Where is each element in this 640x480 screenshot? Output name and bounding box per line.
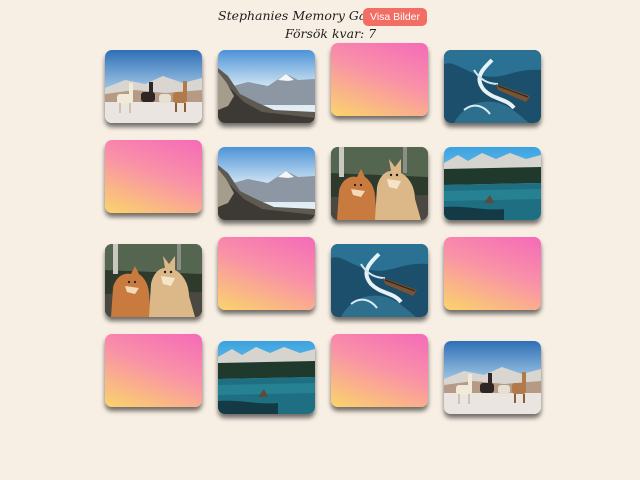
memory-card-back[interactable] <box>331 334 428 407</box>
card-grid <box>0 0 640 480</box>
memory-card-back[interactable] <box>444 237 541 310</box>
memory-card-ocean[interactable] <box>444 50 541 123</box>
llamas-image <box>444 341 541 414</box>
memory-card-llamas[interactable] <box>444 341 541 414</box>
lake-image <box>444 147 541 220</box>
mountain-image <box>218 147 315 220</box>
ocean-image <box>444 50 541 123</box>
memory-card-back[interactable] <box>105 334 202 407</box>
memory-card-back[interactable] <box>331 43 428 116</box>
memory-card-back[interactable] <box>105 140 202 213</box>
wolves-image <box>105 244 202 317</box>
memory-card-ocean[interactable] <box>331 244 428 317</box>
memory-card-wolves[interactable] <box>331 147 428 220</box>
llamas-image <box>105 50 202 123</box>
memory-card-llamas[interactable] <box>105 50 202 123</box>
memory-card-mountain[interactable] <box>218 147 315 220</box>
memory-card-back[interactable] <box>218 237 315 310</box>
memory-card-lake[interactable] <box>218 341 315 414</box>
memory-card-wolves[interactable] <box>105 244 202 317</box>
memory-card-mountain[interactable] <box>218 50 315 123</box>
lake-image <box>218 341 315 414</box>
mountain-image <box>218 50 315 123</box>
ocean-image <box>331 244 428 317</box>
wolves-image <box>331 147 428 220</box>
memory-card-lake[interactable] <box>444 147 541 220</box>
